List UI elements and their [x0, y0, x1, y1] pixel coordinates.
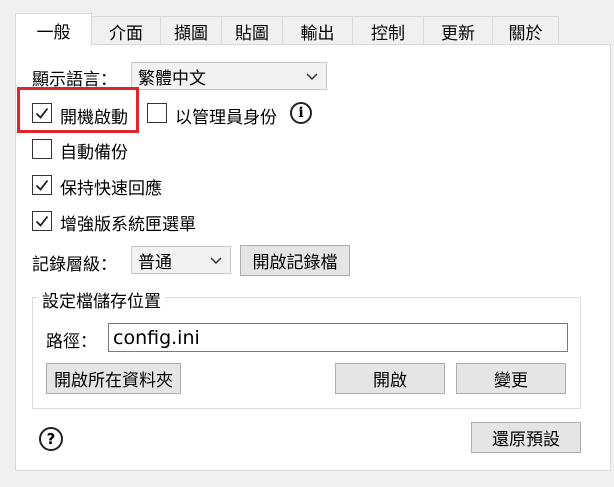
- tab-label: 更新: [441, 23, 475, 44]
- help-icon[interactable]: ?: [39, 427, 63, 451]
- tab-label: 關於: [508, 23, 543, 44]
- tab-interface[interactable]: 介面: [91, 16, 161, 45]
- tab-label: 控制: [371, 23, 405, 44]
- settings-tab-bar: 一般 介面 擷圖 貼圖 輸出 控制 更新 關於: [15, 13, 559, 46]
- log-level-label: 記錄層級：: [32, 255, 117, 275]
- auto-backup-label: 自動備份: [60, 143, 128, 163]
- enhanced-tray-menu-checkbox[interactable]: [32, 211, 52, 231]
- quick-response-label: 保持快速回應: [60, 179, 162, 199]
- open-config-button[interactable]: 開啟: [335, 363, 445, 394]
- config-path-field[interactable]: config.ini: [108, 323, 568, 352]
- tab-label: 介面: [109, 23, 143, 44]
- open-log-button-label: 開啟記錄檔: [252, 253, 338, 273]
- log-level-select[interactable]: 普通: [131, 246, 231, 274]
- chevron-down-icon: [210, 257, 222, 265]
- open-containing-folder-label: 開啟所在資料夾: [54, 371, 173, 391]
- run-as-admin-checkbox[interactable]: [147, 103, 167, 123]
- enhanced-tray-menu-label: 增強版系統匣選單: [60, 215, 196, 235]
- startup-checkbox[interactable]: [32, 103, 52, 123]
- change-config-label: 變更: [494, 371, 528, 391]
- restore-defaults-label: 還原預設: [492, 430, 560, 450]
- open-log-button[interactable]: 開啟記錄檔: [240, 245, 350, 276]
- tab-label: 擷圖: [174, 23, 208, 44]
- run-as-admin-label: 以管理員身份: [175, 108, 277, 128]
- tab-about[interactable]: 關於: [492, 16, 559, 45]
- config-location-group-title: 設定檔儲存位置: [38, 287, 165, 312]
- chevron-down-icon: [306, 73, 318, 81]
- log-level-select-value: 普通: [138, 252, 172, 273]
- checkmark-icon: [35, 107, 49, 119]
- open-config-label: 開啟: [373, 371, 407, 391]
- change-config-button[interactable]: 變更: [456, 363, 566, 394]
- tab-pin[interactable]: 貼圖: [221, 16, 283, 45]
- language-select-value: 繁體中文: [138, 68, 206, 89]
- checkmark-icon: [35, 215, 49, 227]
- language-select[interactable]: 繁體中文: [131, 62, 327, 90]
- checkmark-icon: [35, 179, 49, 191]
- tab-update[interactable]: 更新: [423, 16, 493, 45]
- tab-label: 貼圖: [235, 23, 269, 44]
- config-path-value: config.ini: [113, 326, 200, 349]
- open-containing-folder-button[interactable]: 開啟所在資料夾: [46, 363, 181, 394]
- info-icon[interactable]: i: [290, 102, 312, 124]
- quick-response-checkbox[interactable]: [32, 175, 52, 195]
- path-label: 路徑：: [46, 332, 97, 352]
- tab-control[interactable]: 控制: [352, 16, 424, 45]
- startup-label: 開機啟動: [60, 108, 128, 128]
- restore-defaults-button[interactable]: 還原預設: [471, 422, 581, 453]
- tab-label: 一般: [36, 22, 71, 43]
- tab-general[interactable]: 一般: [15, 13, 92, 46]
- general-settings-panel: 顯示語言： 繁體中文 開機啟動 以管理員身份 i 自動備份 保持快速回應 增強版…: [15, 44, 611, 471]
- tab-output[interactable]: 輸出: [282, 16, 353, 45]
- tab-label: 輸出: [300, 23, 335, 44]
- auto-backup-checkbox[interactable]: [32, 139, 52, 159]
- tab-capture[interactable]: 擷圖: [160, 16, 222, 45]
